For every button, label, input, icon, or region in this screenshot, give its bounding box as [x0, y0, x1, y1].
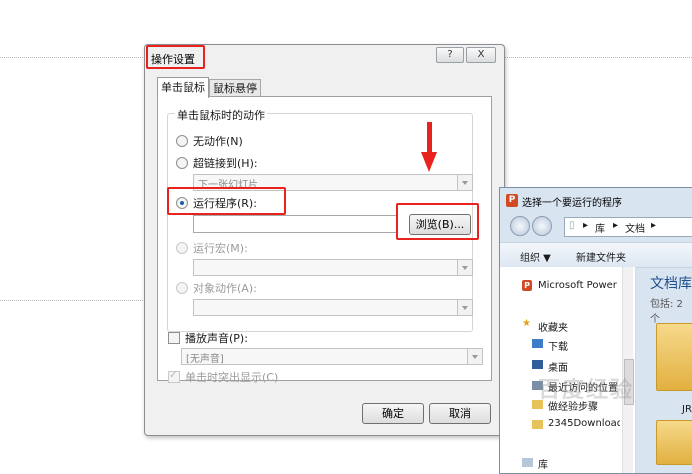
- close-button[interactable]: X: [466, 47, 496, 63]
- cancel-button[interactable]: 取消: [429, 403, 491, 424]
- folder-caption: JR: [682, 404, 692, 415]
- navigation-scrollbar[interactable]: [622, 267, 634, 473]
- highlight-click-checkbox[interactable]: ✓: [168, 370, 180, 383]
- forward-icon[interactable]: [532, 216, 552, 236]
- radio-run-macro[interactable]: [176, 242, 188, 254]
- help-button[interactable]: ?: [436, 47, 464, 63]
- folder-icon: [532, 420, 543, 429]
- slide-guide-top-right: [505, 57, 692, 58]
- macro-select[interactable]: [193, 259, 473, 276]
- play-sound-label: 播放声音(P):: [185, 332, 248, 345]
- powerpoint-icon: P: [506, 194, 518, 207]
- slide-guide-bottom: [0, 300, 143, 301]
- desktop-icon: [532, 360, 543, 369]
- action-settings-dialog: 操作设置 ? X 单击鼠标 鼠标悬停 单击鼠标时的动作 无动作(N) 超链接到(…: [144, 44, 505, 436]
- new-folder-button[interactable]: 新建文件夹: [576, 249, 626, 264]
- breadcrumb-library[interactable]: 库: [595, 220, 605, 235]
- powerpoint-icon: P: [522, 280, 532, 291]
- chevron-down-icon: [457, 260, 472, 275]
- radio-object-action[interactable]: [176, 282, 188, 294]
- check-icon: ✓: [169, 370, 178, 381]
- library-includes[interactable]: 包括: 2个: [650, 295, 692, 325]
- folder-icon: ▯: [569, 220, 575, 231]
- sound-select[interactable]: [无声音]: [181, 348, 483, 365]
- annotation-arrow-head: [421, 152, 437, 172]
- folder-icon[interactable]: [656, 420, 692, 465]
- slide-guide-top: [0, 57, 143, 58]
- breadcrumb-separator: ▸: [651, 220, 657, 231]
- file-chooser-title: 选择一个要运行的程序: [522, 198, 622, 209]
- navigation-pane: [500, 267, 636, 473]
- object-action-select[interactable]: [193, 299, 473, 316]
- sound-select-value: [无声音]: [186, 354, 224, 365]
- back-icon[interactable]: [510, 216, 530, 236]
- nav-item-libraries[interactable]: 库: [538, 456, 548, 471]
- radio-object-action-label: 对象动作(A):: [193, 282, 257, 295]
- organize-button[interactable]: 组织 ▼: [520, 249, 551, 264]
- chevron-down-icon: [467, 349, 482, 364]
- ok-button[interactable]: 确定: [362, 403, 424, 424]
- nav-item-favorites[interactable]: 收藏夹: [538, 319, 568, 334]
- annotation-box-title: [146, 45, 205, 69]
- chevron-down-icon: [457, 175, 472, 190]
- file-toolbar: 组织 ▼ 新建文件夹: [500, 242, 692, 268]
- radio-hyperlink[interactable]: [176, 157, 188, 169]
- breadcrumb-separator: ▸: [613, 220, 619, 231]
- star-icon: ★: [522, 318, 531, 329]
- nav-item-2345download[interactable]: 2345Download: [548, 418, 620, 429]
- library-title: 文档库: [650, 276, 692, 292]
- radio-none-label: 无动作(N): [193, 135, 243, 148]
- action-group-label: 单击鼠标时的动作: [175, 107, 267, 123]
- play-sound-checkbox[interactable]: [168, 332, 180, 344]
- folder-icon[interactable]: [656, 323, 692, 391]
- chevron-down-icon: [457, 300, 472, 315]
- nav-item-downloads[interactable]: 下载: [548, 338, 568, 353]
- radio-hyperlink-label: 超链接到(H):: [193, 157, 258, 170]
- radio-run-macro-label: 运行宏(M):: [193, 242, 248, 255]
- program-path-input[interactable]: [193, 215, 398, 233]
- breadcrumb-separator: ▸: [583, 220, 589, 231]
- highlight-click-label: 单击时突出显示(C): [185, 371, 279, 384]
- tab-mouse-click[interactable]: 单击鼠标: [157, 77, 209, 98]
- tab-mouse-over[interactable]: 鼠标悬停: [209, 79, 261, 97]
- annotation-box-run-program: [167, 187, 286, 215]
- nav-item-powerpoint[interactable]: Microsoft Power: [538, 280, 620, 291]
- breadcrumb-documents[interactable]: 文档: [625, 220, 645, 235]
- watermark: 百度经验: [538, 378, 635, 403]
- address-bar[interactable]: ▯ ▸ 库 ▸ 文档 ▸: [564, 217, 692, 237]
- download-folder-icon: [532, 339, 543, 348]
- radio-none[interactable]: [176, 135, 188, 147]
- annotation-box-browse: [396, 203, 479, 240]
